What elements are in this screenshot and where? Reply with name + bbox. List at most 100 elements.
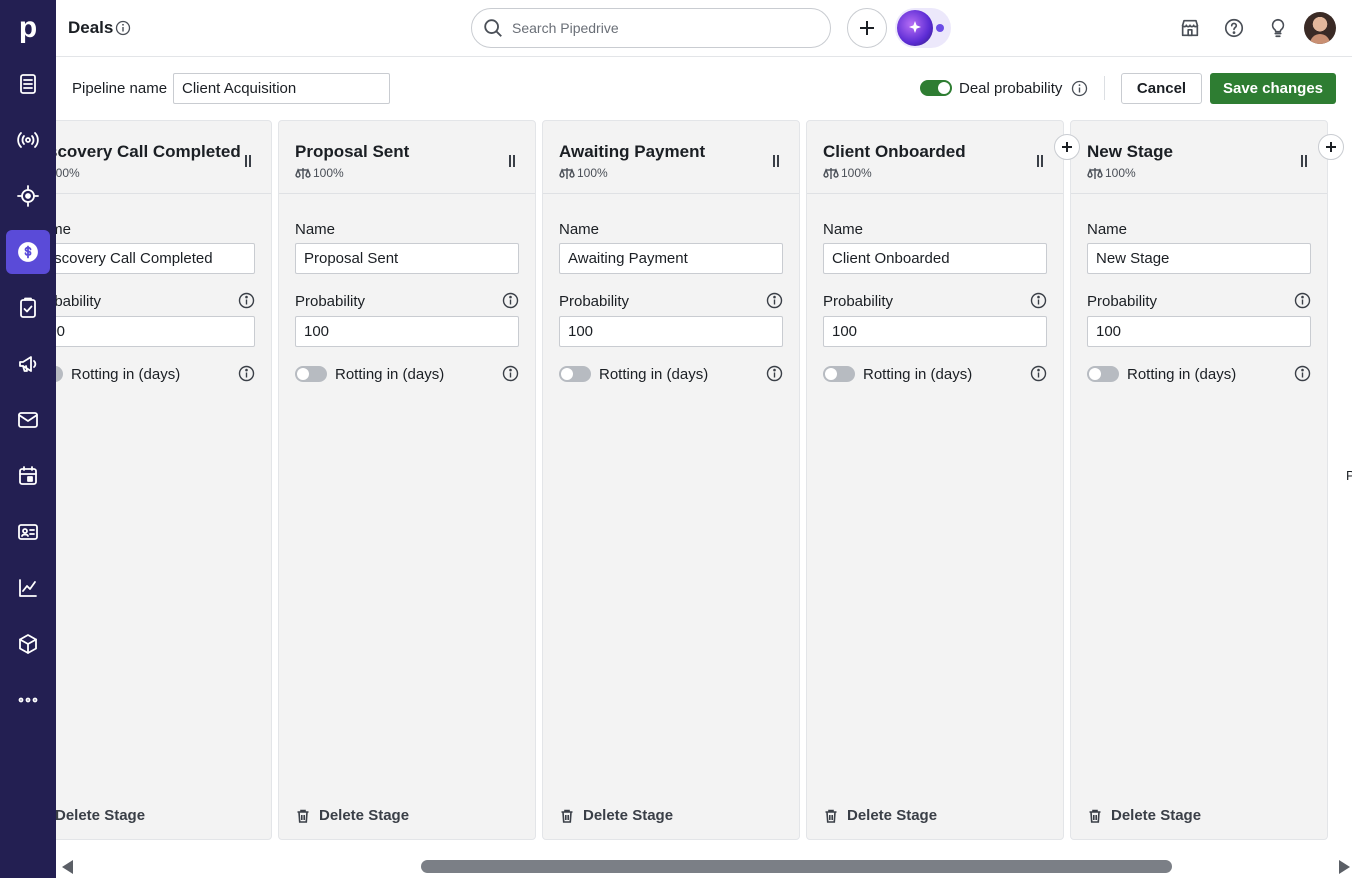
horizontal-scrollbar[interactable] [56, 856, 1352, 878]
save-changes-button[interactable]: Save changes [1210, 73, 1336, 104]
stage-probability-input[interactable] [56, 316, 255, 347]
scrollbar-thumb[interactable] [421, 860, 1172, 873]
stage-probability-input[interactable] [559, 316, 783, 347]
info-icon[interactable] [1071, 80, 1088, 97]
stage-header: Awaiting Payment 100% [543, 121, 799, 194]
stage-probability-input[interactable] [295, 316, 519, 347]
probability-label: Probability [559, 293, 630, 310]
trash-icon [1089, 809, 1101, 823]
probability-label: Probability [56, 293, 102, 310]
quick-add-button[interactable] [847, 8, 887, 48]
info-icon[interactable] [238, 292, 255, 309]
stage-title: Awaiting Payment [559, 142, 706, 161]
rotting-toggle[interactable] [559, 366, 591, 382]
plus-icon [1062, 142, 1072, 152]
calendar-icon[interactable] [6, 454, 50, 498]
delete-stage-button[interactable]: Delete Stage [56, 807, 145, 824]
left-navigation: p [0, 0, 56, 878]
info-icon[interactable] [1294, 292, 1311, 309]
trash-icon [561, 809, 573, 823]
campaigns-signal-icon[interactable] [6, 118, 50, 162]
delete-stage-button[interactable]: Delete Stage [295, 807, 409, 824]
info-icon[interactable] [766, 292, 783, 309]
search-input[interactable] [512, 20, 812, 36]
rotting-label: Rotting in (days) [863, 366, 973, 383]
user-avatar[interactable] [1304, 12, 1336, 44]
scroll-left-arrow-icon[interactable] [62, 860, 73, 874]
stage-name-input[interactable] [1087, 243, 1311, 274]
rotting-toggle[interactable] [56, 366, 63, 382]
name-label: Name [56, 221, 72, 238]
stage-name-input[interactable] [295, 243, 519, 274]
info-icon[interactable] [1294, 365, 1311, 382]
stage-name-input[interactable] [823, 243, 1047, 274]
products-icon[interactable] [6, 622, 50, 666]
pipedrive-logo[interactable]: p [0, 0, 56, 56]
delete-stage-button[interactable]: Delete Stage [1087, 807, 1201, 824]
stage-title: New Stage [1087, 142, 1173, 161]
contacts-icon[interactable] [6, 510, 50, 554]
deals-icon[interactable] [6, 230, 50, 274]
stage-probability-value: 100% [577, 166, 608, 180]
mail-icon[interactable] [6, 398, 50, 442]
info-icon[interactable] [1030, 365, 1047, 382]
marketplace-icon[interactable] [1176, 14, 1204, 42]
deal-probability-toggle[interactable] [920, 80, 952, 96]
scale-icon [295, 167, 311, 179]
add-stage-button[interactable] [1318, 134, 1344, 160]
stage-probability: 100% [1087, 166, 1136, 180]
stage-probability-value: 100% [313, 166, 344, 180]
info-icon[interactable] [115, 20, 131, 36]
drag-handle-icon[interactable] [1037, 155, 1043, 167]
info-icon[interactable] [1030, 292, 1047, 309]
probability-label: Probability [1087, 293, 1158, 310]
info-icon[interactable] [502, 292, 519, 309]
ai-assistant-button[interactable] [895, 8, 951, 48]
projects-target-icon[interactable] [6, 174, 50, 218]
drag-handle-icon[interactable] [773, 155, 779, 167]
scale-icon [1087, 167, 1103, 179]
sparkle-icon [897, 10, 933, 46]
info-icon[interactable] [238, 365, 255, 382]
stage-header: Discovery Call Completed 100% [56, 121, 271, 194]
stage-probability: 100% [559, 166, 608, 180]
insights-icon[interactable] [6, 566, 50, 610]
rotting-toggle[interactable] [295, 366, 327, 382]
delete-stage-button[interactable]: Delete Stage [559, 807, 673, 824]
stage-probability-input[interactable] [1087, 316, 1311, 347]
info-icon[interactable] [502, 365, 519, 382]
campaigns-megaphone-icon[interactable] [6, 342, 50, 386]
delete-stage-label: Delete Stage [56, 807, 146, 824]
scale-icon [823, 167, 839, 179]
rotting-toggle[interactable] [1087, 366, 1119, 382]
add-stage-button[interactable] [1054, 134, 1080, 160]
stage-name-input[interactable] [559, 243, 783, 274]
more-icon[interactable] [6, 678, 50, 722]
drag-handle-icon[interactable] [245, 155, 251, 167]
drag-handle-icon[interactable] [509, 155, 515, 167]
stages-board: Discovery Call Completed 100% Name Proba… [56, 120, 1352, 840]
activities-icon[interactable] [6, 286, 50, 330]
stage-column: New Stage 100% Name Probability Rotting … [1070, 120, 1328, 840]
leads-icon[interactable] [6, 62, 50, 106]
search-icon [484, 19, 502, 37]
stage-name-input[interactable] [56, 243, 255, 274]
stage-column: Proposal Sent 100% Name Probability Rott… [278, 120, 536, 840]
delete-stage-button[interactable]: Delete Stage [823, 807, 937, 824]
scroll-right-arrow-icon[interactable] [1339, 860, 1350, 874]
name-label: Name [1087, 221, 1128, 238]
page-title: Deals [68, 18, 114, 37]
search-bar[interactable] [471, 8, 831, 48]
rotting-label: Rotting in (days) [71, 366, 181, 383]
rotting-toggle[interactable] [823, 366, 855, 382]
drag-handle-icon[interactable] [1301, 155, 1307, 167]
stage-probability-value: 100% [841, 166, 872, 180]
clipped-edge-text: P [1346, 468, 1352, 483]
info-icon[interactable] [766, 365, 783, 382]
stage-probability-input[interactable] [823, 316, 1047, 347]
cancel-button[interactable]: Cancel [1121, 73, 1202, 104]
scale-icon [559, 167, 575, 179]
help-icon[interactable] [1220, 14, 1248, 42]
pipeline-name-input[interactable] [173, 73, 390, 104]
tips-lightbulb-icon[interactable] [1264, 14, 1292, 42]
